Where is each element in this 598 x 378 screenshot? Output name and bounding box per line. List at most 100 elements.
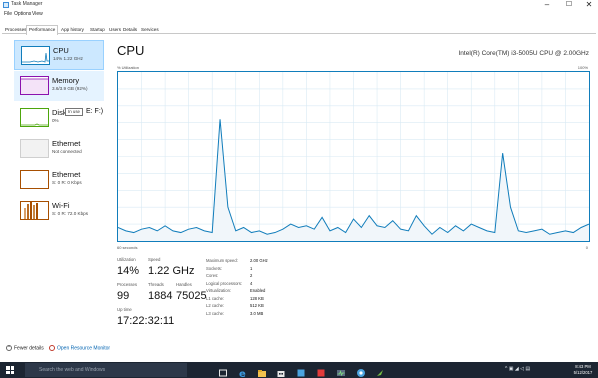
menu-options[interactable]: Options xyxy=(14,11,31,17)
processes-value: 99 xyxy=(117,290,130,302)
feather-app-icon[interactable] xyxy=(375,365,385,376)
logical-processors-key: Logical processors: xyxy=(206,280,243,286)
minimize-button[interactable]: – xyxy=(538,0,556,9)
sidebar-item-subtitle: 0% xyxy=(52,118,59,123)
cpu-stats: Utilization 14% Speed 1.22 GHz Processes… xyxy=(117,257,597,337)
uptime-label: Up time xyxy=(117,307,132,312)
l3-cache-value: 3.0 MB xyxy=(250,310,264,316)
edge-browser-icon[interactable]: e xyxy=(238,365,248,378)
l1-cache-value: 128 KB xyxy=(250,295,264,301)
utilization-label: Utilization xyxy=(117,257,136,262)
threads-label: Threads xyxy=(148,282,164,287)
max-speed-value: 2.00 GHz xyxy=(250,258,268,263)
sidebar-item-wifi[interactable]: Wi-Fi S: 0 R: 72.0 Kbps xyxy=(14,196,104,226)
sidebar-item-subtitle: Not connected xyxy=(52,149,82,154)
tooltip: In use xyxy=(65,108,83,116)
title-bar: Task Manager – ☐ ✕ xyxy=(0,0,598,9)
fewer-details-button[interactable]: ⌃ Fewer details xyxy=(6,345,44,351)
page-title: CPU xyxy=(117,43,145,58)
close-button[interactable]: ✕ xyxy=(580,0,598,9)
cpu-chart-svg xyxy=(117,72,590,241)
disk-thumbnail xyxy=(20,108,49,127)
threads-value: 1884 xyxy=(148,290,173,302)
l2-cache-value: 512 KB xyxy=(250,303,264,308)
clock-date: 5/12/2017 xyxy=(573,369,593,375)
max-speed-key: Maximum speed: xyxy=(206,258,238,263)
uptime-value: 17:22:32:11 xyxy=(117,315,175,327)
sidebar-item-disk[interactable]: Disk In use E: F:) 0% xyxy=(14,103,104,133)
utilization-value: 14% xyxy=(117,265,140,277)
chevron-up-icon: ⌃ xyxy=(6,345,12,351)
ethernet-thumbnail xyxy=(20,139,49,158)
sidebar-item-title: Ethernet xyxy=(52,170,81,179)
cores-value: 2 xyxy=(250,273,253,278)
sidebar-item-memory[interactable]: Memory 3.6/3.9 GB (92%) xyxy=(14,71,104,101)
l2-cache-key: L2 cache: xyxy=(206,303,225,308)
acrobat-icon[interactable] xyxy=(316,365,326,377)
menu-view[interactable]: View xyxy=(32,11,43,17)
sockets-value: 1 xyxy=(250,265,253,271)
windows-start-icon[interactable] xyxy=(6,366,14,374)
sidebar-item-title: CPU xyxy=(53,46,69,55)
y-axis-max: 100% xyxy=(577,65,588,70)
l3-cache-key: L3 cache: xyxy=(206,310,225,316)
ethernet-thumbnail xyxy=(20,170,49,189)
x-axis-min: 0 xyxy=(585,245,588,250)
svg-text:e: e xyxy=(239,369,246,378)
tab-services[interactable]: Services xyxy=(138,25,162,34)
taskbar: Search the web and Windows e ^ ▣ ◢ ◁ ▤ 8… xyxy=(0,362,598,378)
tab-performance[interactable]: Performance xyxy=(26,25,59,35)
sidebar-item-ethernet-1[interactable]: Ethernet Not connected xyxy=(14,134,104,164)
fewer-details-label: Fewer details xyxy=(14,345,44,352)
taskbar-clock[interactable]: 8:43 PM 5/12/2017 xyxy=(569,364,597,375)
handles-label: Handles xyxy=(176,282,192,287)
tab-startup[interactable]: Startup xyxy=(87,25,108,34)
sidebar-item-title: Wi-Fi xyxy=(52,201,70,210)
task-view-icon[interactable] xyxy=(218,365,228,377)
handles-value: 75025 xyxy=(176,290,207,302)
sidebar-item-title: Memory xyxy=(52,76,80,85)
tab-strip: Processes Performance App history Startu… xyxy=(2,25,596,35)
task-manager-taskbar-icon[interactable] xyxy=(336,365,346,377)
task-manager-icon xyxy=(3,2,9,8)
sidebar-item-subtitle: S: 0 R: 72.0 Kbps xyxy=(52,211,89,216)
store-icon[interactable] xyxy=(276,365,286,377)
sidebar-item-subtitle: S: 0 R: 0 Kbps xyxy=(52,180,82,185)
l1-cache-key: L1 cache: xyxy=(206,295,225,301)
processes-label: Processes xyxy=(117,282,138,287)
chrome-icon[interactable] xyxy=(356,365,366,377)
open-resource-monitor-link[interactable]: Open Resource Monitor xyxy=(49,345,110,351)
menu-file[interactable]: File xyxy=(4,11,12,17)
tab-app-history[interactable]: App history xyxy=(58,25,87,34)
sockets-key: Sockets: xyxy=(206,265,223,271)
sidebar-item-subtitle: 14% 1.22 GHz xyxy=(53,56,83,61)
cores-key: Cores: xyxy=(206,273,219,278)
resource-monitor-icon xyxy=(49,345,55,351)
sidebar-item-cpu[interactable]: CPU 14% 1.22 GHz xyxy=(14,40,104,70)
sidebar-item-title: Ethernet xyxy=(52,139,81,148)
x-axis-label: 60 seconds xyxy=(117,245,138,250)
cpu-detail-panel: CPU Intel(R) Core(TM) i3-5005U CPU @ 2.0… xyxy=(113,40,595,340)
cpu-thumbnail xyxy=(21,46,50,65)
speed-label: Speed xyxy=(148,257,161,262)
file-explorer-icon[interactable] xyxy=(257,365,267,377)
window-title: Task Manager xyxy=(11,1,43,7)
logical-processors-value: 4 xyxy=(250,280,253,286)
speed-value: 1.22 GHz xyxy=(148,265,195,277)
maximize-button[interactable]: ☐ xyxy=(560,0,578,9)
system-tray-icons[interactable]: ^ ▣ ◢ ◁ ▤ xyxy=(505,366,530,372)
y-axis-label: % Utilization xyxy=(117,65,140,70)
taskbar-search-box[interactable]: Search the web and Windows xyxy=(25,363,187,377)
resource-sidebar: CPU 14% 1.22 GHz Memory 3.6/3.9 GB (92%)… xyxy=(14,39,104,339)
sidebar-item-ethernet-2[interactable]: Ethernet S: 0 R: 0 Kbps xyxy=(14,165,104,195)
taskbar-search-placeholder: Search the web and Windows xyxy=(39,367,106,373)
cpu-model-name: Intel(R) Core(TM) i3-5005U CPU @ 2.00GHz xyxy=(458,50,590,57)
virtualization-value: Enabled xyxy=(250,288,266,293)
disk-drive-letters: E: F:) xyxy=(86,108,104,115)
app-icon[interactable] xyxy=(296,365,306,377)
memory-thumbnail xyxy=(20,76,49,95)
wifi-thumbnail xyxy=(20,201,49,220)
virtualization-key: Virtualization: xyxy=(206,288,232,293)
open-resource-monitor-label: Open Resource Monitor xyxy=(57,345,111,352)
menu-bar: File Options View xyxy=(0,10,598,18)
